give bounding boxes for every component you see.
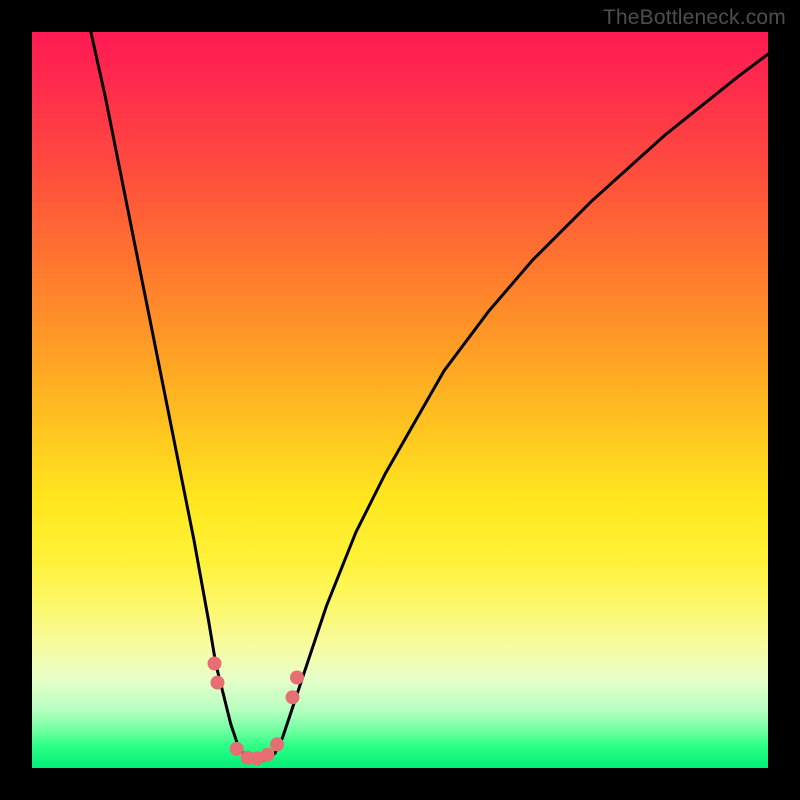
- curve-marker: [290, 671, 304, 685]
- curve-marker: [211, 676, 225, 690]
- chart-stage: TheBottleneck.com: [0, 0, 800, 800]
- bottleneck-curve: [91, 32, 768, 761]
- curve-marker: [286, 690, 300, 704]
- curve-marker: [208, 657, 222, 671]
- curve-markers: [208, 657, 305, 766]
- plot-area: [32, 32, 768, 768]
- chart-svg: [32, 32, 768, 768]
- curve-marker: [230, 742, 244, 756]
- curve-marker: [261, 748, 275, 762]
- curve-marker: [270, 737, 284, 751]
- watermark-text: TheBottleneck.com: [603, 6, 786, 30]
